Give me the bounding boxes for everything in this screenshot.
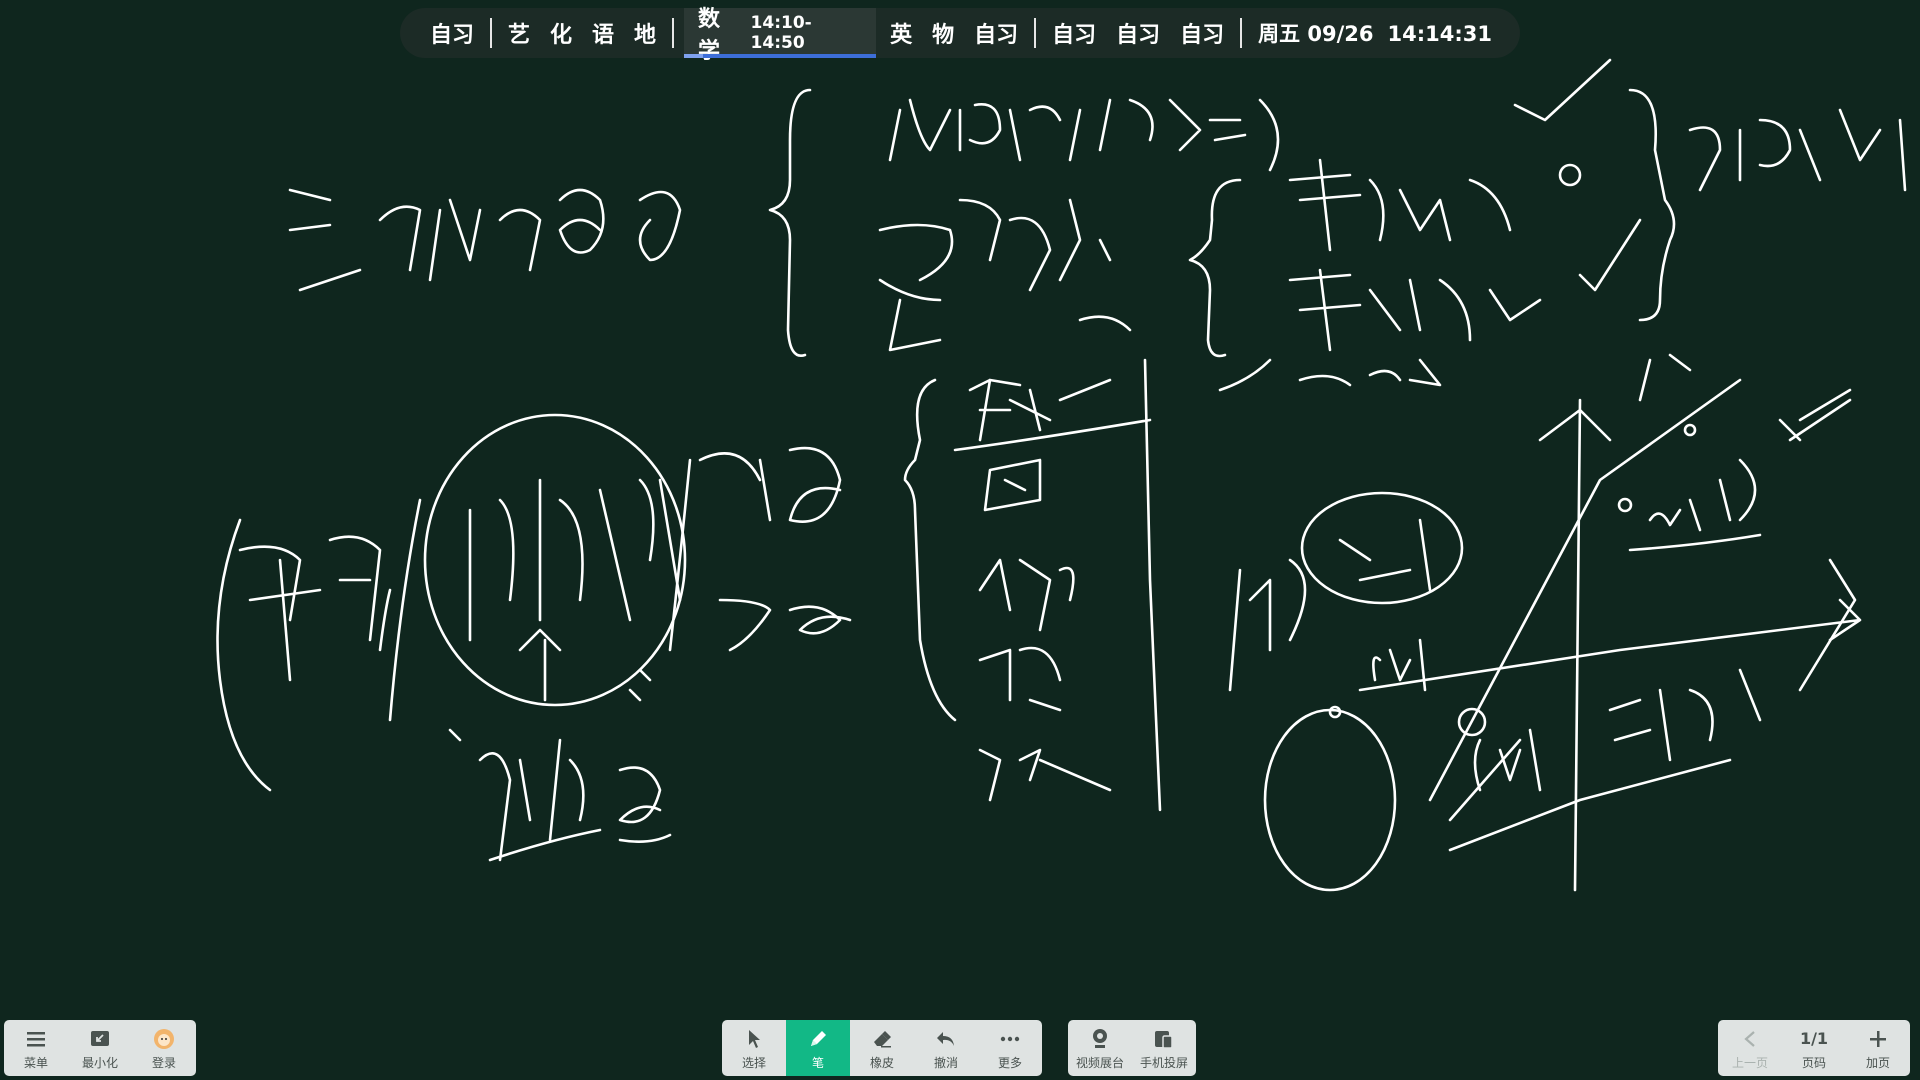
ink-stroke — [1648, 458, 1757, 532]
select-tool-button[interactable]: 选择 — [722, 1020, 786, 1076]
undo-icon — [936, 1026, 956, 1052]
ink-stroke — [978, 646, 1062, 712]
phone-cast-label: 手机投屏 — [1139, 1055, 1188, 1070]
ink-stroke — [978, 748, 1112, 802]
more-label: 更多 — [997, 1055, 1022, 1070]
ink-stroke — [423, 413, 687, 707]
ink-stroke — [288, 188, 682, 292]
ink-stroke — [488, 828, 672, 862]
minimize-button[interactable]: 最小化 — [68, 1020, 132, 1076]
ink-stroke — [903, 378, 957, 722]
ink-stroke — [1638, 353, 1692, 402]
page-indicator-label: 页码 — [1801, 1055, 1826, 1070]
select-tool-label: 选择 — [741, 1055, 766, 1070]
avatar-icon — [153, 1026, 175, 1052]
pen-tool-button[interactable]: 笔 — [786, 1020, 850, 1076]
menu-button[interactable]: 菜单 — [4, 1020, 68, 1076]
camera-icon — [1090, 1026, 1110, 1052]
ink-stroke — [1558, 163, 1582, 187]
ink-stroke — [1578, 218, 1642, 292]
menu-label: 菜单 — [23, 1055, 48, 1070]
ink-stroke — [1228, 518, 1432, 692]
video-booth-label: 视频展台 — [1075, 1055, 1124, 1070]
eraser-tool-button[interactable]: 橡皮 — [850, 1020, 914, 1076]
ink-stroke — [468, 478, 682, 642]
undo-label: 撤消 — [933, 1055, 958, 1070]
more-button[interactable]: 更多 — [978, 1020, 1042, 1076]
ink-stroke — [1218, 358, 1442, 392]
ink-stroke — [978, 558, 1075, 632]
ink-stroke — [888, 98, 1280, 172]
video-booth-button[interactable]: 视频展台 — [1068, 1020, 1132, 1076]
ink-stroke — [1617, 497, 1633, 513]
ink-stroke — [878, 198, 1132, 352]
add-page-label: 加页 — [1865, 1055, 1890, 1070]
phone-icon — [1154, 1026, 1174, 1052]
toolbar-media: 视频展台 手机投屏 — [1068, 1020, 1196, 1076]
ink-stroke — [1358, 598, 1862, 692]
ink-stroke — [1608, 668, 1762, 762]
ink-stroke — [1688, 108, 1907, 192]
ink-stroke — [1683, 423, 1697, 437]
plus-icon — [1869, 1026, 1887, 1052]
ink-stroke — [1628, 88, 1676, 322]
ink-stroke — [953, 418, 1152, 452]
ink-stroke — [216, 518, 272, 792]
ink-stroke — [518, 628, 562, 702]
more-icon — [1000, 1026, 1020, 1052]
ink-stroke — [768, 88, 812, 357]
prev-page-label: 上一页 — [1731, 1055, 1768, 1070]
prev-page-button[interactable]: 上一页 — [1718, 1020, 1782, 1076]
ink-stroke — [1188, 178, 1242, 358]
ink-stroke — [1628, 388, 1852, 552]
pen-icon — [808, 1026, 828, 1052]
chevron-left-icon — [1743, 1026, 1757, 1052]
toolbar-left: 菜单 最小化 登录 — [4, 1020, 196, 1076]
page-indicator[interactable]: 1/1 页码 — [1782, 1020, 1846, 1076]
minimize-label: 最小化 — [81, 1055, 118, 1070]
ink-stroke — [718, 598, 852, 652]
ink-stroke — [698, 446, 842, 523]
ink-stroke — [1448, 558, 1857, 852]
page-number: 1/1 — [1799, 1029, 1829, 1048]
eraser-tool-label: 橡皮 — [869, 1055, 894, 1070]
pen-tool-label: 笔 — [811, 1055, 824, 1070]
toolbar-pages: 上一页 1/1 页码 加页 — [1718, 1020, 1910, 1076]
cursor-icon — [746, 1026, 762, 1052]
whiteboard-canvas[interactable] — [0, 0, 1920, 1010]
add-page-button[interactable]: 加页 — [1846, 1020, 1910, 1076]
menu-icon — [26, 1026, 46, 1052]
minimize-icon — [90, 1026, 110, 1052]
ink-stroke — [238, 535, 392, 682]
undo-button[interactable]: 撤消 — [914, 1020, 978, 1076]
login-label: 登录 — [151, 1055, 176, 1070]
login-button[interactable]: 登录 — [132, 1020, 196, 1076]
ink-stroke — [1263, 708, 1397, 892]
toolbar-drawing: 选择 笔 橡皮 撤消 更多 — [722, 1020, 1042, 1076]
phone-cast-button[interactable]: 手机投屏 — [1132, 1020, 1196, 1076]
ink-stroke — [1288, 268, 1542, 352]
ink-stroke — [1513, 58, 1612, 122]
ink-stroke — [1538, 398, 1612, 892]
eraser-icon — [872, 1026, 892, 1052]
ink-stroke — [983, 458, 1042, 512]
ink-stroke — [1300, 491, 1464, 605]
ink-stroke — [1288, 158, 1512, 252]
ink-stroke — [1143, 358, 1162, 812]
